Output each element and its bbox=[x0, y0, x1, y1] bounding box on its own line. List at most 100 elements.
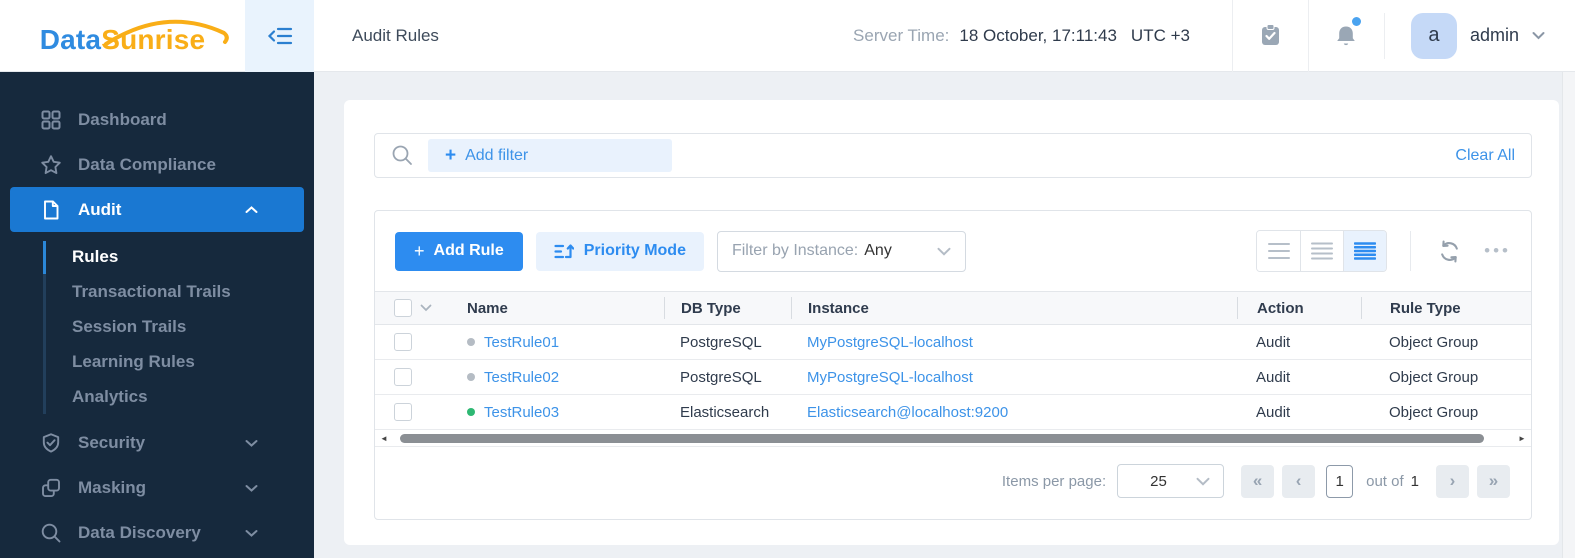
sidebar-subitem-learning-rules[interactable]: Learning Rules bbox=[0, 344, 314, 379]
out-of-label: out of bbox=[1366, 472, 1404, 490]
shield-icon bbox=[42, 432, 60, 453]
instance-filter-dropdown[interactable]: Filter by Instance: Any bbox=[716, 230, 966, 272]
scroll-left-arrow[interactable]: ◄ bbox=[378, 434, 390, 443]
next-page-button[interactable]: › bbox=[1436, 464, 1469, 498]
sidebar-item-label: Masking bbox=[78, 477, 147, 497]
plus-icon: + bbox=[445, 145, 457, 166]
rule-name-link[interactable]: TestRule01 bbox=[484, 334, 559, 351]
instance-link[interactable]: MyPostgreSQL-localhost bbox=[807, 369, 973, 386]
sidebar-subitem-rules[interactable]: Rules bbox=[0, 239, 314, 274]
scrollbar-track[interactable] bbox=[390, 433, 1516, 444]
toolbar-divider bbox=[1410, 231, 1412, 271]
total-pages: 1 bbox=[1410, 472, 1419, 490]
instance-link[interactable]: Elasticsearch@localhost:9200 bbox=[807, 404, 1008, 421]
rule-name-link[interactable]: TestRule03 bbox=[484, 404, 559, 421]
rules-toolbar: + Add Rule Priority Mode Filter by Insta… bbox=[375, 211, 1531, 291]
column-header-name[interactable]: Name bbox=[456, 297, 664, 319]
server-time: Server Time: 18 October, 17:11:43 UTC +3 bbox=[853, 26, 1232, 46]
sidebar-item-security[interactable]: Security bbox=[0, 420, 314, 465]
refresh-button[interactable] bbox=[1438, 240, 1461, 263]
main-content: + Add filter Clear All + Add Rule Priori… bbox=[314, 72, 1575, 558]
action-cell: Audit bbox=[1256, 403, 1291, 421]
sidebar-item-masking[interactable]: Masking bbox=[0, 465, 314, 510]
row-checkbox[interactable] bbox=[394, 333, 412, 351]
submenu-active-indicator bbox=[43, 241, 46, 274]
action-cell: Audit bbox=[1256, 368, 1291, 386]
add-filter-button[interactable]: + Add filter bbox=[428, 139, 672, 172]
logo[interactable]: DataSunrise bbox=[0, 0, 245, 71]
add-filter-label: Add filter bbox=[465, 146, 529, 164]
previous-page-button[interactable]: ‹ bbox=[1282, 464, 1316, 498]
scroll-right-arrow[interactable]: ► bbox=[1516, 434, 1528, 443]
avatar: a bbox=[1410, 12, 1457, 59]
chevron-up-icon bbox=[245, 205, 258, 213]
sidebar-subitem-session-trails[interactable]: Session Trails bbox=[0, 309, 314, 344]
topbar: DataSunrise Audit Rules Server Time: 18 … bbox=[0, 0, 1575, 72]
vertical-scrollbar[interactable] bbox=[1562, 72, 1575, 558]
bell-icon bbox=[1337, 26, 1356, 45]
column-header-db-type[interactable]: DB Type bbox=[664, 297, 791, 319]
status-dot bbox=[467, 338, 475, 346]
pagination-bar: Items per page: 25 « ‹ 1 out of 1 › » bbox=[375, 447, 1531, 519]
star-icon bbox=[41, 154, 61, 174]
user-name: admin bbox=[1469, 25, 1519, 45]
last-page-button[interactable]: » bbox=[1477, 464, 1510, 498]
table-row: TestRule02 PostgreSQL MyPostgreSQL-local… bbox=[375, 360, 1531, 395]
density-toggle-group bbox=[1256, 230, 1388, 272]
rule-type-cell: Object Group bbox=[1389, 368, 1479, 386]
table-row: TestRule01 PostgreSQL MyPostgreSQL-local… bbox=[375, 325, 1531, 360]
more-options-button[interactable]: ••• bbox=[1484, 241, 1511, 261]
chevron-down-icon bbox=[1532, 32, 1545, 40]
select-all-checkbox[interactable] bbox=[394, 299, 412, 317]
sidebar-subitem-analytics[interactable]: Analytics bbox=[0, 379, 314, 414]
notifications-button[interactable] bbox=[1307, 0, 1384, 72]
select-all-cell bbox=[375, 292, 456, 324]
sidebar-item-data-compliance[interactable]: Data Compliance bbox=[0, 142, 314, 187]
current-page-input[interactable]: 1 bbox=[1326, 464, 1354, 498]
tasks-button[interactable] bbox=[1231, 0, 1308, 72]
instance-link[interactable]: MyPostgreSQL-localhost bbox=[807, 334, 973, 351]
density-comfortable-button[interactable] bbox=[1257, 231, 1301, 271]
chevron-down-icon[interactable] bbox=[420, 304, 432, 312]
first-page-button[interactable]: « bbox=[1241, 464, 1275, 498]
sidebar-item-label: Security bbox=[78, 432, 146, 452]
topbar-main: Audit Rules Server Time: 18 October, 17:… bbox=[314, 0, 1575, 72]
content-card: + Add filter Clear All + Add Rule Priori… bbox=[344, 100, 1559, 545]
page-size-select[interactable]: 25 bbox=[1117, 464, 1225, 498]
user-menu[interactable]: a admin bbox=[1383, 12, 1575, 59]
refresh-icon bbox=[1441, 240, 1458, 262]
sidebar-item-label: Dashboard bbox=[78, 109, 167, 129]
sidebar-collapse-button[interactable] bbox=[245, 0, 314, 72]
column-header-rule-type[interactable]: Rule Type bbox=[1361, 297, 1531, 319]
server-time-label: Server Time: bbox=[853, 25, 950, 45]
density-medium-icon bbox=[1311, 242, 1334, 260]
sidebar-subitem-label: Learning Rules bbox=[72, 351, 195, 371]
sidebar-item-audit[interactable]: Audit bbox=[10, 187, 304, 232]
row-checkbox[interactable] bbox=[394, 368, 412, 386]
density-medium-button[interactable] bbox=[1300, 231, 1344, 271]
clear-all-link[interactable]: Clear All bbox=[1455, 147, 1515, 165]
priority-mode-button[interactable]: Priority Mode bbox=[535, 231, 704, 271]
rule-name-link[interactable]: TestRule02 bbox=[484, 369, 559, 386]
chevron-down-icon bbox=[1196, 477, 1210, 486]
table-row: TestRule03 Elasticsearch Elasticsearch@l… bbox=[375, 395, 1531, 430]
clipboard-check-icon bbox=[1261, 24, 1279, 45]
density-compact-button[interactable] bbox=[1343, 231, 1387, 271]
sidebar-subitem-transactional-trails[interactable]: Transactional Trails bbox=[0, 274, 314, 309]
add-rule-button[interactable]: + Add Rule bbox=[395, 231, 523, 271]
db-type-cell: PostgreSQL bbox=[680, 368, 762, 386]
column-header-action[interactable]: Action bbox=[1237, 297, 1361, 319]
server-time-value: 18 October, 17:11:43 bbox=[959, 25, 1117, 45]
sidebar-subitem-label: Transactional Trails bbox=[72, 281, 231, 301]
row-checkbox[interactable] bbox=[394, 403, 412, 421]
db-type-cell: PostgreSQL bbox=[680, 333, 762, 351]
sidebar-item-data-discovery[interactable]: Data Discovery bbox=[0, 510, 314, 555]
table-header: Name DB Type Instance Action Rule Type bbox=[375, 291, 1531, 325]
chevron-down-icon bbox=[245, 529, 258, 537]
column-header-instance[interactable]: Instance bbox=[791, 297, 1237, 319]
sidebar-item-label: Data Compliance bbox=[78, 154, 216, 174]
sidebar-item-dashboard[interactable]: Dashboard bbox=[0, 97, 314, 142]
scrollbar-thumb[interactable] bbox=[400, 433, 1484, 443]
items-per-page-label: Items per page: bbox=[1001, 472, 1107, 490]
sidebar-subitem-label: Rules bbox=[72, 246, 119, 266]
